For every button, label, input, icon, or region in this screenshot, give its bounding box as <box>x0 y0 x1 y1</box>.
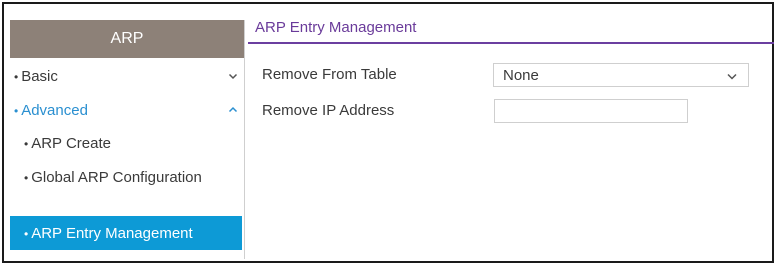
bullet-icon: • <box>24 171 29 185</box>
chevron-up-icon <box>228 105 238 115</box>
sidebar: ARP • Basic • Advanced • ARP Create • Global… <box>10 20 245 259</box>
bullet-icon: • <box>24 137 29 151</box>
sidebar-section-advanced-label: Advanced <box>21 101 88 119</box>
chevron-down-icon <box>726 69 738 81</box>
bullet-icon: • <box>24 227 29 241</box>
bullet-icon: • <box>14 69 19 84</box>
remove-from-table-value: None <box>503 67 539 84</box>
remove-ip-address-label: Remove IP Address <box>262 102 395 119</box>
sidebar-item-label: ARP Create <box>31 135 111 152</box>
sidebar-item-global-arp-configuration[interactable]: • Global ARP Configuration <box>24 170 204 186</box>
sidebar-item-arp-entry-management-text[interactable]: • ARP Entry Management <box>24 225 193 242</box>
sidebar-header: ARP <box>10 20 244 58</box>
sidebar-item-label: ARP Entry Management <box>31 225 193 242</box>
sidebar-section-basic-label: Basic <box>21 67 58 85</box>
remove-from-table-select[interactable]: None <box>493 63 749 87</box>
bullet-icon: • <box>14 103 19 118</box>
remove-ip-address-input[interactable] <box>494 99 688 123</box>
sidebar-section-advanced[interactable]: • Advanced <box>10 97 244 123</box>
page-title: ARP Entry Management <box>255 19 417 36</box>
remove-from-table-label: Remove From Table <box>262 66 397 83</box>
sidebar-header-label: ARP <box>110 30 144 47</box>
sidebar-section-basic[interactable]: • Basic <box>10 63 244 89</box>
title-divider <box>248 42 774 44</box>
sidebar-item-arp-create[interactable]: • ARP Create <box>24 136 111 152</box>
sidebar-item-label: Global ARP Configuration <box>31 169 202 186</box>
chevron-down-icon <box>228 71 238 81</box>
